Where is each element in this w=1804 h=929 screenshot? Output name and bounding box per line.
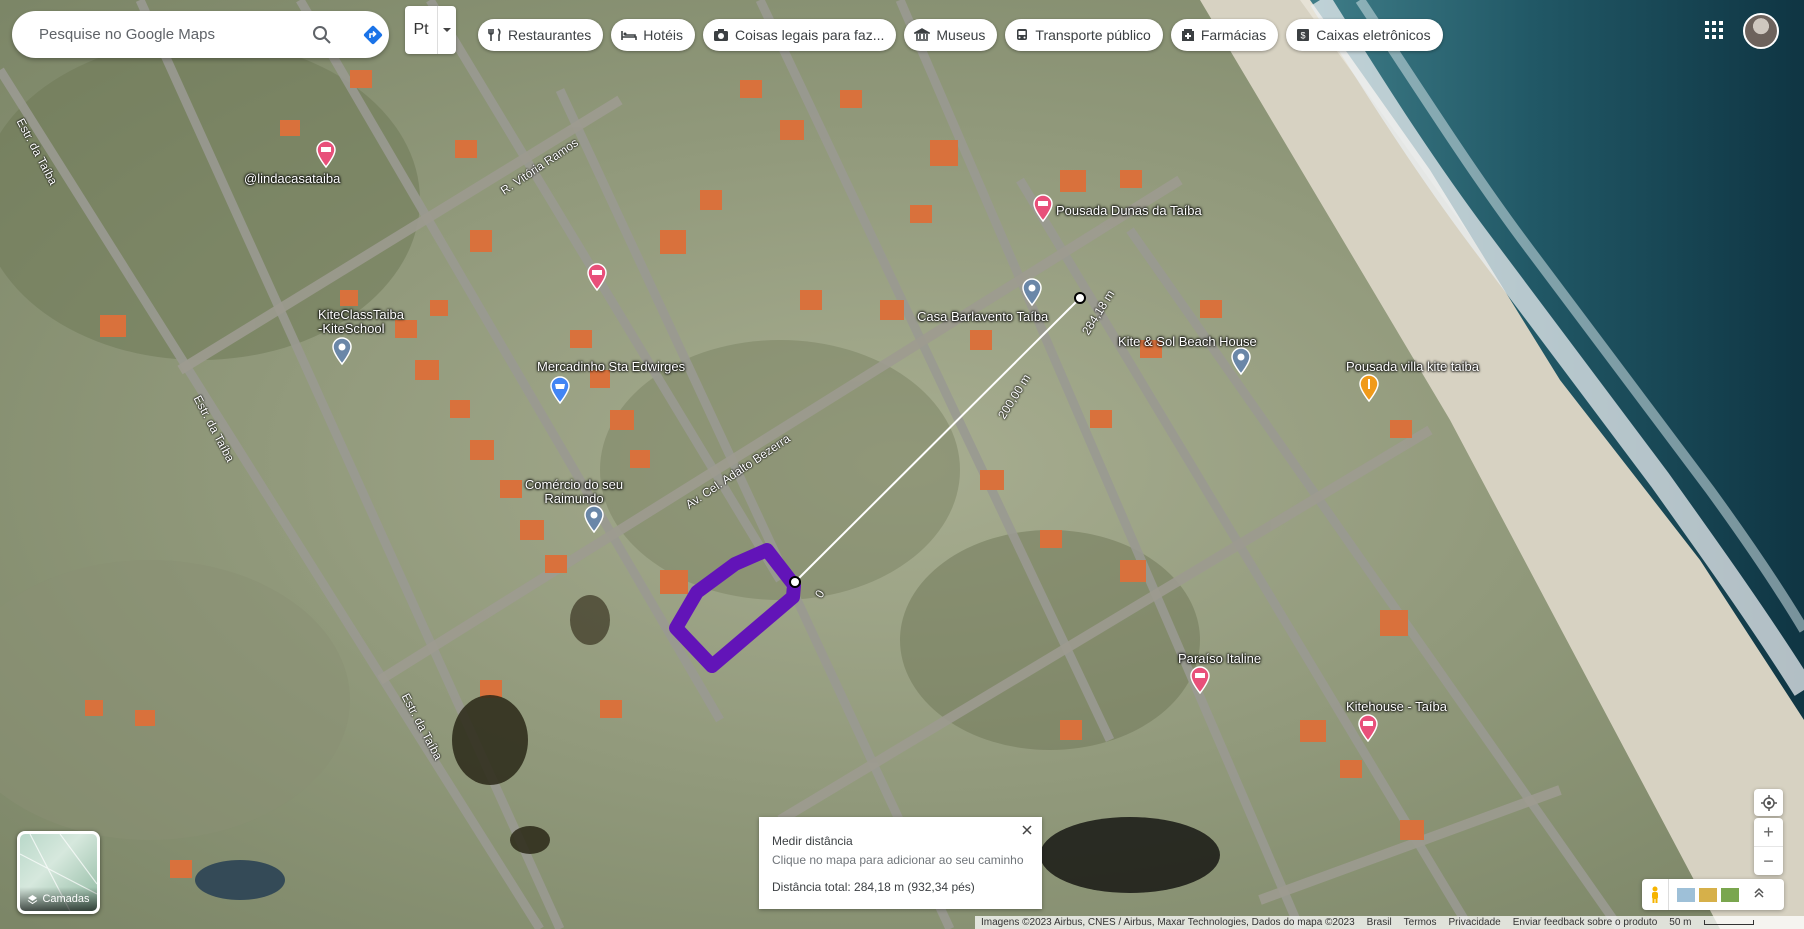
fork-knife-icon — [488, 28, 501, 41]
imagery-thumb-3d[interactable] — [1721, 887, 1739, 902]
place-label[interactable]: Casa Barlavento Taíba — [917, 310, 1048, 324]
satellite-map[interactable] — [0, 0, 1804, 929]
imagery-thumb-satellite[interactable] — [1677, 887, 1695, 902]
attribution-bar: Imagens ©2023 Airbus, CNES / Airbus, Max… — [975, 916, 1804, 929]
scale-bar — [1703, 920, 1754, 925]
my-location-button[interactable] — [1754, 789, 1783, 816]
chevron-down-icon[interactable] — [438, 6, 456, 54]
search-box — [12, 11, 389, 58]
imagery-attribution: Imagens ©2023 Airbus, CNES / Airbus, Max… — [981, 917, 1355, 928]
country-link[interactable]: Brasil — [1367, 917, 1392, 928]
bus-icon — [1017, 29, 1028, 40]
place-label[interactable]: Kitehouse - Taíba — [1346, 700, 1447, 714]
layers-label: Camadas — [42, 893, 90, 905]
pharmacy-icon — [1181, 29, 1194, 41]
zoom-in-button[interactable]: + — [1754, 818, 1783, 847]
place-label[interactable]: Comércio do seu Raimundo — [524, 478, 624, 506]
place-pin-icon[interactable] — [1230, 347, 1252, 375]
expand-icon[interactable] — [1753, 886, 1765, 904]
chip-hotels[interactable]: Hotéis — [611, 19, 695, 51]
chip-label: Transporte público — [1035, 27, 1151, 43]
place-pin-icon[interactable] — [331, 337, 353, 365]
terms-link[interactable]: Termos — [1404, 917, 1437, 928]
chip-label: Restaurantes — [508, 27, 592, 43]
chip-pharmacies[interactable]: Farmácias — [1170, 19, 1279, 51]
chip-label: Museus — [936, 27, 986, 43]
avatar[interactable] — [1743, 13, 1779, 49]
transport-mode-label[interactable]: Pt — [405, 6, 438, 54]
chip-restaurants[interactable]: Restaurantes — [478, 19, 604, 51]
zoom-out-button[interactable]: − — [1754, 847, 1783, 875]
privacy-link[interactable]: Privacidade — [1448, 917, 1500, 928]
chip-label: Farmácias — [1200, 27, 1267, 43]
imagery-controls — [1642, 879, 1784, 910]
place-label[interactable]: Pousada villa kite taiba — [1346, 360, 1479, 374]
imagery-thumb-terrain[interactable] — [1699, 887, 1717, 902]
close-icon[interactable] — [1016, 819, 1038, 841]
transport-mode-toggle[interactable]: Pt — [405, 6, 456, 54]
apps-grid-icon[interactable] — [1700, 16, 1728, 44]
measure-distance-panel: Medir distância Clique no mapa para adic… — [759, 817, 1042, 909]
chip-atms[interactable]: $ Caixas eletrônicos — [1286, 19, 1443, 51]
category-chips: Restaurantes Hotéis Coisas legais para f… — [478, 19, 1443, 51]
place-label[interactable]: Pousada Dunas da Taíba — [1056, 204, 1202, 218]
place-pin-icon[interactable] — [1021, 278, 1043, 306]
scale-label: 50 m — [1669, 917, 1692, 928]
feedback-link[interactable]: Enviar feedback sobre o produto — [1513, 917, 1658, 928]
place-label[interactable]: Kite & Sol Beach House — [1118, 335, 1257, 349]
chip-museums[interactable]: Museus — [904, 19, 998, 51]
shop-pin-icon[interactable] — [549, 376, 571, 404]
chip-things-to-do[interactable]: Coisas legais para faz... — [702, 19, 897, 51]
hotel-pin-icon[interactable] — [315, 140, 337, 168]
measure-total: Distância total: 284,18 m (932,34 pés) — [772, 880, 975, 894]
layers-icon — [28, 894, 38, 904]
search-input[interactable] — [37, 25, 291, 44]
chip-label: Caixas eletrônicos — [1316, 27, 1431, 43]
svg-text:$: $ — [1301, 31, 1306, 41]
directions-icon[interactable] — [353, 11, 393, 58]
chip-label: Coisas legais para faz... — [734, 27, 885, 43]
pegman-icon[interactable] — [1642, 879, 1669, 910]
measure-hint: Clique no mapa para adicionar ao seu cam… — [772, 853, 1024, 867]
measure-title: Medir distância — [772, 834, 853, 848]
crosshair-icon — [1760, 794, 1777, 811]
bed-icon — [621, 31, 638, 40]
search-icon[interactable] — [302, 11, 342, 58]
restaurant-pin-icon[interactable] — [1358, 374, 1380, 402]
place-label[interactable]: KiteClassTaiba -KiteSchool — [318, 308, 404, 336]
place-label[interactable]: Mercadinho Sta Edwirges — [537, 360, 685, 374]
zoom-control: + − — [1754, 818, 1783, 875]
camera-icon — [713, 29, 728, 41]
place-label[interactable]: @lindacasataiba — [244, 172, 340, 186]
chip-transit[interactable]: Transporte público — [1005, 19, 1163, 51]
hotel-pin-icon[interactable] — [1357, 714, 1379, 742]
hotel-pin-icon[interactable] — [1189, 666, 1211, 694]
place-label[interactable]: Paraíso Italine — [1178, 652, 1261, 666]
atm-icon: $ — [1297, 29, 1310, 41]
chip-label: Hotéis — [643, 27, 683, 43]
hotel-pin-icon[interactable] — [586, 263, 608, 291]
layers-button[interactable]: Camadas — [17, 831, 100, 914]
hotel-pin-icon[interactable] — [1032, 194, 1054, 222]
museum-icon — [914, 28, 931, 41]
place-pin-icon[interactable] — [583, 505, 605, 533]
